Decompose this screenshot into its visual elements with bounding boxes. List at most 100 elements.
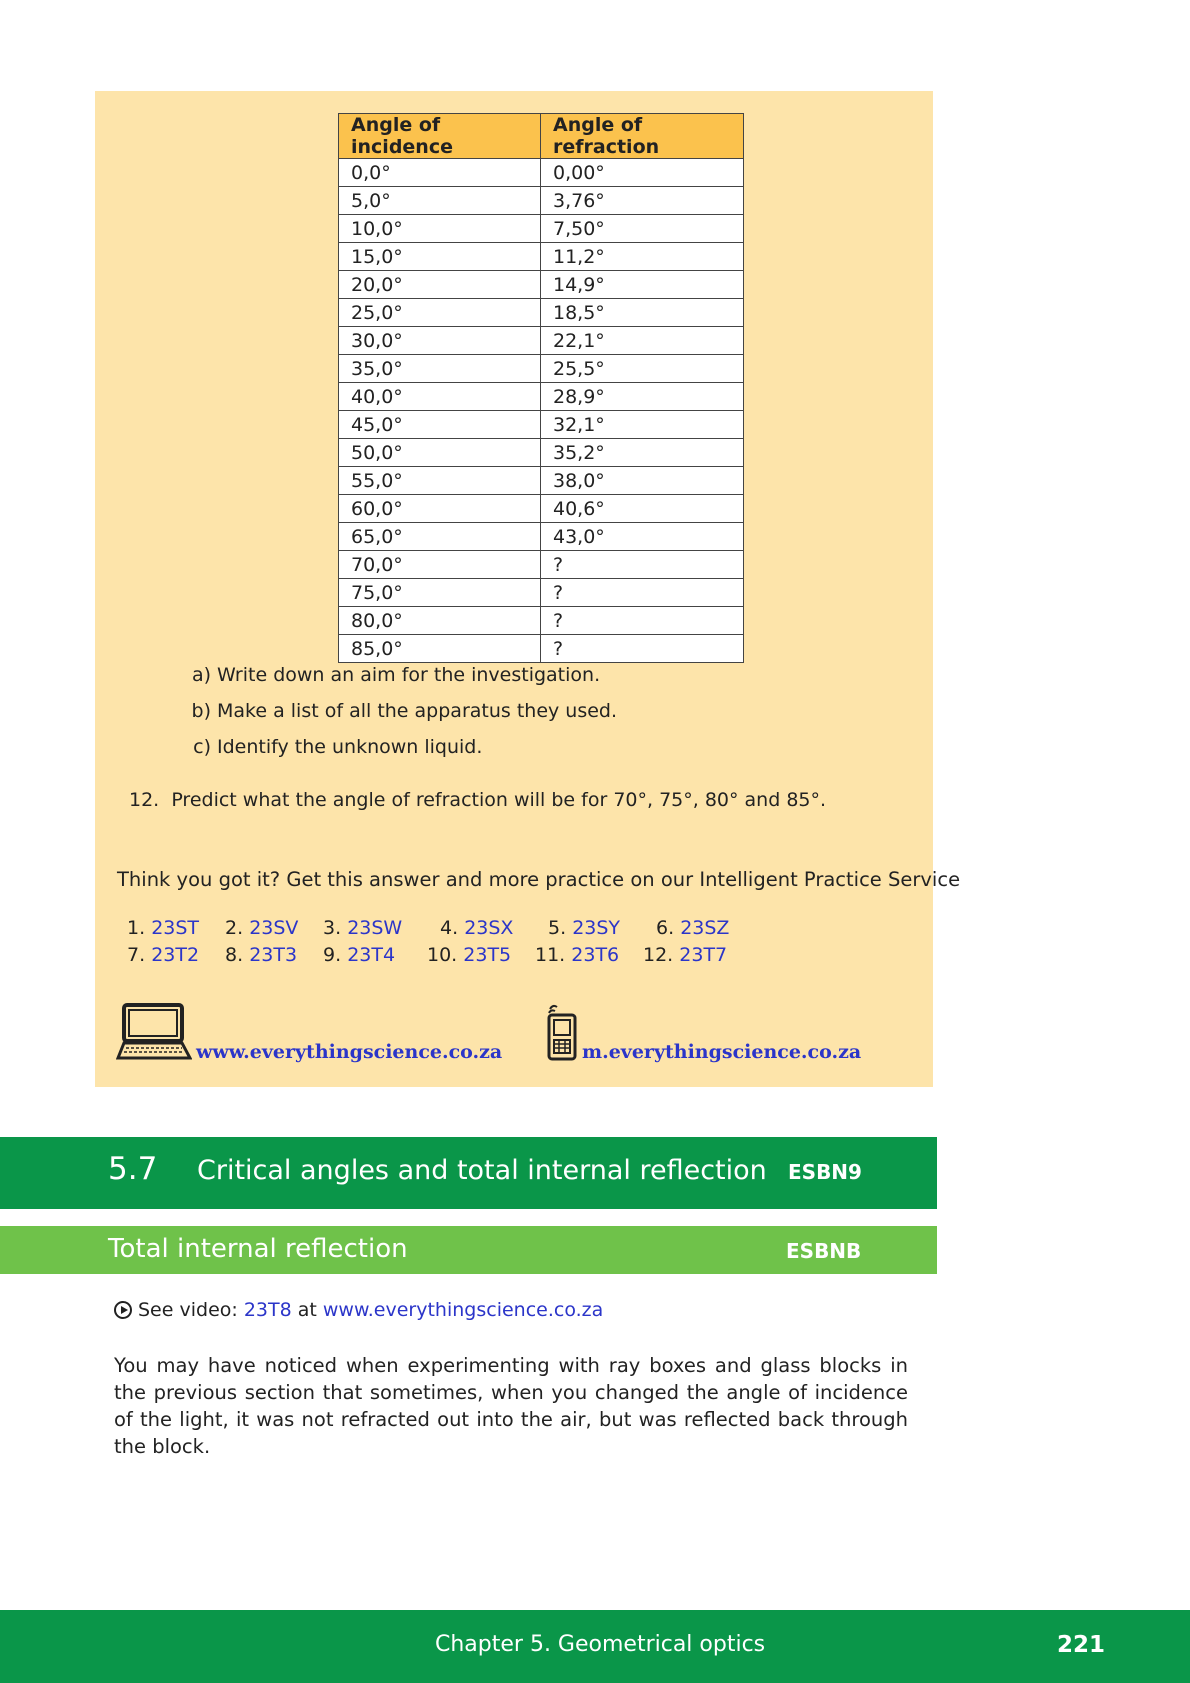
table-row: 15,0° 11,2° — [338, 242, 744, 271]
code-item[interactable]: 11. 23T6 — [535, 944, 619, 966]
subquestion-label: b) — [191, 700, 211, 722]
code-item[interactable]: 6. 23SZ — [656, 917, 729, 939]
refraction-cell: ? — [540, 606, 744, 635]
code-item[interactable]: 9. 23T4 — [323, 944, 395, 966]
subsection-code: ESBNB — [786, 1239, 862, 1263]
table-row: 35,0° 25,5° — [338, 354, 744, 383]
question-12: 12. Predict what the angle of refraction… — [129, 789, 826, 811]
code-link[interactable]: 23T6 — [571, 944, 619, 966]
subquestion-label: a) — [191, 664, 211, 686]
video-line: See video: 23T8 at www.everythingscience… — [114, 1299, 603, 1321]
subsection-header: Total internal reflection ESBNB — [0, 1226, 937, 1274]
incidence-cell: 40,0° — [338, 382, 541, 411]
table-row: 75,0°? — [338, 578, 744, 607]
incidence-cell: 25,0° — [338, 298, 541, 327]
table-body: 0,0° 0,00° 5,0° 3,76° 10,0° 7,50° 15,0° 11,2° 20… — [338, 158, 744, 663]
table-row: 55,0° 38,0° — [338, 466, 744, 495]
header-incidence: Angle of incidence — [338, 113, 541, 159]
refraction-cell: ? — [540, 550, 744, 579]
play-icon — [114, 1301, 132, 1319]
incidence-cell: 85,0° — [338, 634, 541, 663]
code-item[interactable]: 4. 23SX — [440, 917, 513, 939]
refraction-cell: 3,76° — [540, 186, 744, 215]
table-row: 60,0° 40,6° — [338, 494, 744, 523]
code-item[interactable]: 10. 23T5 — [427, 944, 511, 966]
code-item[interactable]: 12. 23T7 — [643, 944, 727, 966]
table-header-row: Angle of incidence Angle of refraction — [338, 113, 744, 159]
video-code-link[interactable]: 23T8 — [244, 1299, 292, 1321]
subquestion-text: Make a list of all the apparatus they us… — [217, 700, 618, 722]
table-row: 0,0° 0,00° — [338, 158, 744, 187]
refraction-cell: 32,1° — [540, 410, 744, 439]
code-link[interactable]: 23T5 — [463, 944, 511, 966]
refraction-cell: ? — [540, 578, 744, 607]
footer-chapter: Chapter 5. Geometrical optics — [435, 1632, 766, 1657]
code-link[interactable]: 23T2 — [151, 944, 199, 966]
laptop-icon — [116, 1003, 192, 1060]
mobile-link[interactable]: m.everythingscience.co.za — [582, 1041, 861, 1063]
code-link[interactable]: 23SY — [572, 917, 620, 939]
section-header: 5.7 Critical angles and total internal r… — [0, 1137, 937, 1209]
code-link[interactable]: 23SV — [249, 917, 298, 939]
incidence-cell: 0,0° — [338, 158, 541, 187]
table-row: 20,0° 14,9° — [338, 270, 744, 299]
incidence-cell: 10,0° — [338, 214, 541, 243]
refraction-cell: 25,5° — [540, 354, 744, 383]
page-number: 221 — [1057, 1632, 1106, 1658]
refraction-cell: 43,0° — [540, 522, 744, 551]
refraction-cell: ? — [540, 634, 744, 663]
code-item[interactable]: 5. 23SY — [548, 917, 620, 939]
code-link[interactable]: 23T3 — [249, 944, 297, 966]
refraction-table: Angle of incidence Angle of refraction 0… — [338, 113, 744, 663]
section-code: ESBN9 — [788, 1160, 862, 1184]
table-row: 65,0° 43,0° — [338, 522, 744, 551]
table-row: 10,0° 7,50° — [338, 214, 744, 243]
incidence-cell: 65,0° — [338, 522, 541, 551]
code-link[interactable]: 23SW — [347, 917, 402, 939]
desktop-link[interactable]: www.everythingscience.co.za — [196, 1041, 502, 1063]
table-row: 25,0° 18,5° — [338, 298, 744, 327]
code-link[interactable]: 23T7 — [679, 944, 727, 966]
code-item[interactable]: 2. 23SV — [225, 917, 298, 939]
code-link[interactable]: 23SZ — [680, 917, 729, 939]
code-link[interactable]: 23ST — [151, 917, 199, 939]
refraction-cell: 11,2° — [540, 242, 744, 271]
code-item[interactable]: 7. 23T2 — [127, 944, 199, 966]
video-url-link[interactable]: www.everythingscience.co.za — [323, 1299, 603, 1321]
body-paragraph: You may have noticed when experimenting … — [114, 1354, 908, 1458]
subquestion-text: Write down an aim for the investigation. — [217, 664, 601, 686]
table-row: 30,0° 22,1° — [338, 326, 744, 355]
code-link[interactable]: 23SX — [464, 917, 513, 939]
incidence-cell: 45,0° — [338, 410, 541, 439]
refraction-cell: 38,0° — [540, 466, 744, 495]
question-number: 12. — [129, 789, 160, 811]
incidence-cell: 55,0° — [338, 466, 541, 495]
refraction-cell: 22,1° — [540, 326, 744, 355]
incidence-cell: 30,0° — [338, 326, 541, 355]
code-item[interactable]: 3. 23SW — [323, 917, 402, 939]
code-item[interactable]: 8. 23T3 — [225, 944, 297, 966]
section-number: 5.7 — [108, 1151, 158, 1187]
refraction-cell: 14,9° — [540, 270, 744, 299]
code-item[interactable]: 1. 23ST — [127, 917, 199, 939]
question-text: Predict what the angle of refraction wil… — [171, 789, 827, 811]
code-link[interactable]: 23T4 — [347, 944, 395, 966]
incidence-cell: 70,0° — [338, 550, 541, 579]
refraction-cell: 35,2° — [540, 438, 744, 467]
incidence-cell: 50,0° — [338, 438, 541, 467]
page-footer: Chapter 5. Geometrical optics 221 — [0, 1610, 1190, 1683]
incidence-cell: 80,0° — [338, 606, 541, 635]
incidence-cell: 15,0° — [338, 242, 541, 271]
incidence-cell: 60,0° — [338, 494, 541, 523]
incidence-cell: 35,0° — [338, 354, 541, 383]
table-row: 80,0°? — [338, 606, 744, 635]
table-row: 50,0° 35,2° — [338, 438, 744, 467]
subquestion-label: c) — [193, 736, 211, 758]
incidence-cell: 20,0° — [338, 270, 541, 299]
incidence-cell: 75,0° — [338, 578, 541, 607]
table-row: 85,0°? — [338, 634, 744, 663]
header-refraction: Angle of refraction — [540, 113, 744, 159]
section-title: Critical angles and total internal refle… — [197, 1155, 767, 1186]
mobile-phone-icon — [547, 1004, 577, 1061]
refraction-cell: 40,6° — [540, 494, 744, 523]
